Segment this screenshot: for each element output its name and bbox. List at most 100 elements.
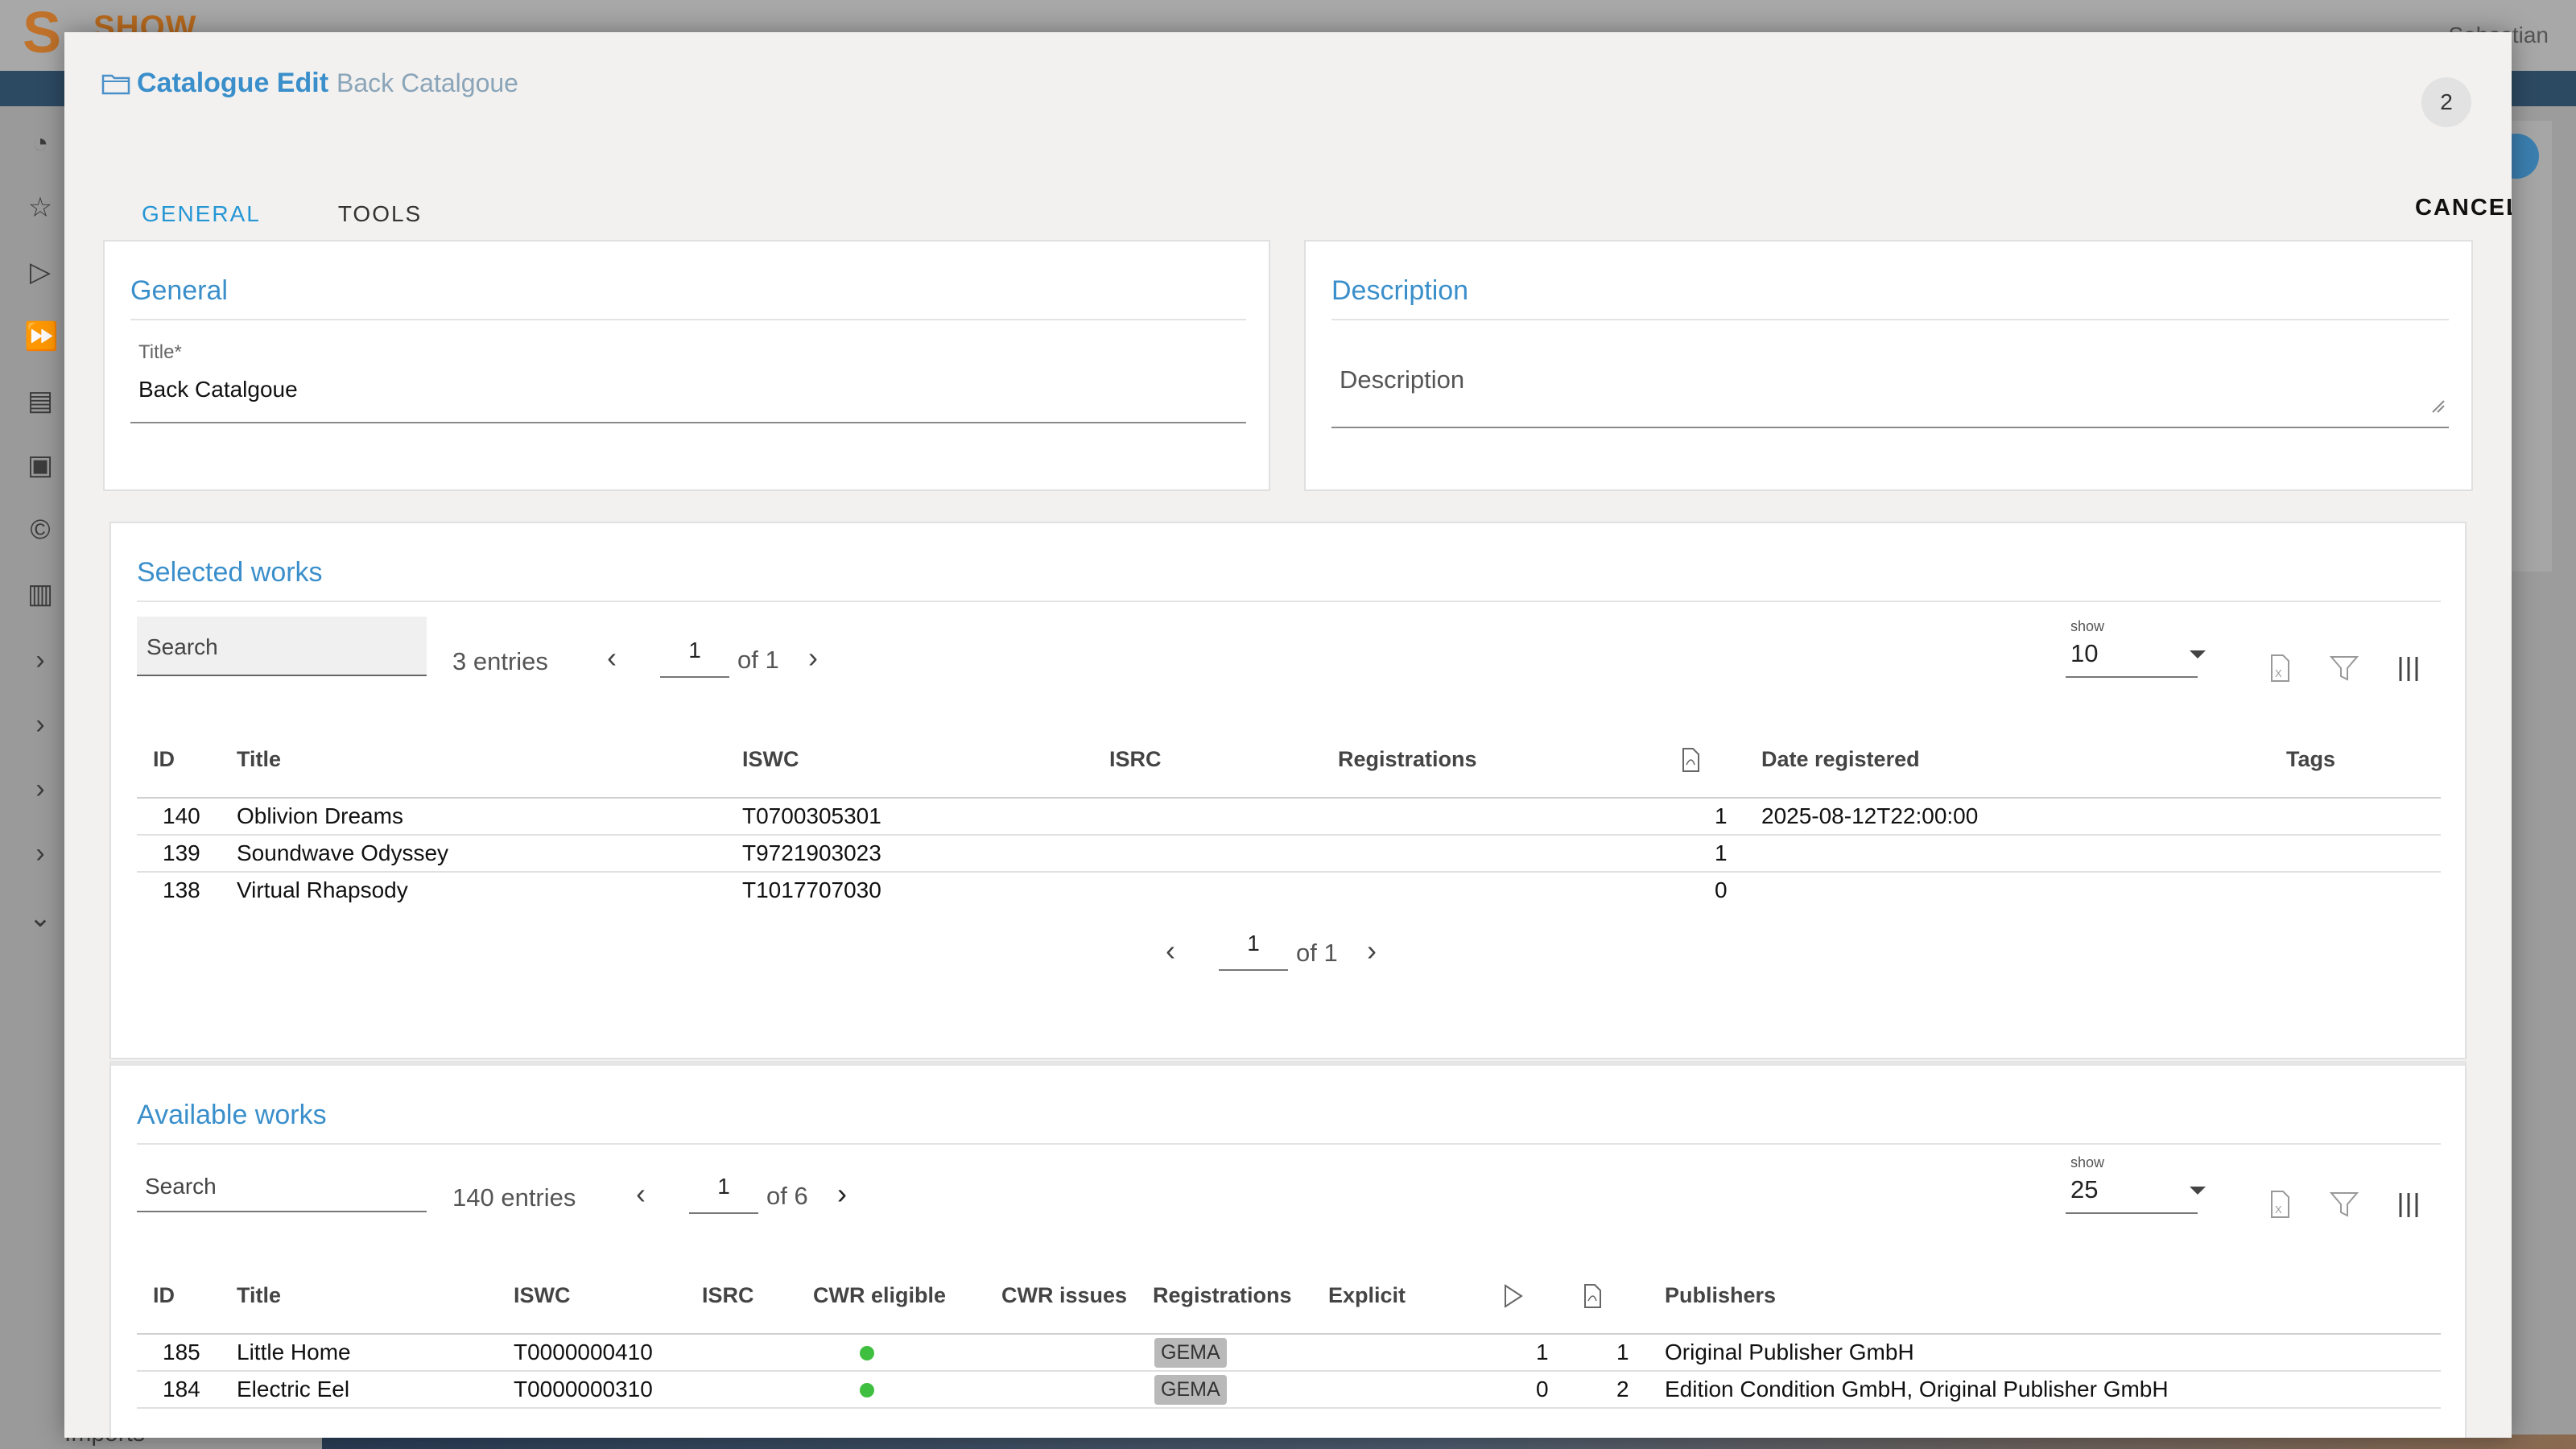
cell-iswc: T9721903023: [742, 840, 881, 865]
column-header-iswc[interactable]: ISWC: [514, 1283, 571, 1308]
dropdown-caret-icon[interactable]: [2190, 1187, 2206, 1195]
cell-title[interactable]: Little Home: [237, 1340, 351, 1365]
next-page-icon[interactable]: ›: [1357, 934, 1386, 968]
prev-page-icon[interactable]: ‹: [597, 641, 626, 675]
chevron-right-icon[interactable]: ›: [24, 837, 56, 869]
general-heading: General: [130, 275, 228, 306]
description-field[interactable]: Description: [1340, 365, 1464, 394]
title-field-label: Title*: [138, 341, 182, 363]
dialog-title: Catalogue Edit: [137, 68, 329, 98]
column-header-id[interactable]: ID: [153, 1283, 175, 1308]
select-underline: [2066, 676, 2198, 678]
filter-icon[interactable]: [2328, 1188, 2360, 1220]
cell-id: 138: [163, 877, 200, 902]
chevron-right-icon[interactable]: ›: [24, 708, 56, 741]
cell-title[interactable]: Electric Eel: [237, 1377, 349, 1402]
show-label: show: [2070, 618, 2105, 634]
column-header-isrc[interactable]: ISRC: [702, 1283, 754, 1308]
chevron-down-icon[interactable]: ⌄: [24, 902, 56, 934]
page-input[interactable]: 1: [1219, 923, 1288, 971]
page-total: of 6: [766, 1182, 808, 1210]
column-header-publishers[interactable]: Publishers: [1665, 1283, 1776, 1308]
chevron-right-icon[interactable]: ›: [24, 644, 56, 676]
next-page-icon[interactable]: ›: [828, 1177, 857, 1211]
column-header-iswc[interactable]: ISWC: [742, 747, 799, 772]
selected-works-card: Selected works Search 3 entries ‹ 1 of 1…: [109, 522, 2467, 1059]
description-heading: Description: [1331, 275, 1469, 306]
row-divider: [137, 834, 2441, 836]
play-icon[interactable]: [1502, 1283, 1525, 1309]
column-header-title[interactable]: Title: [237, 1283, 281, 1308]
cell-count: 1: [1715, 840, 1728, 865]
divider: [137, 601, 2441, 602]
resize-handle-icon[interactable]: [2431, 399, 2446, 414]
play-icon[interactable]: ▷: [24, 256, 56, 288]
dropdown-caret-icon[interactable]: [2190, 650, 2206, 658]
background-card: [2512, 121, 2552, 572]
page-total: of 1: [1296, 939, 1338, 967]
columns-icon[interactable]: [2392, 652, 2425, 684]
dialog-subtitle: Back Catalgoue: [336, 68, 518, 97]
prev-page-icon[interactable]: ‹: [1156, 934, 1185, 968]
filter-icon[interactable]: [2328, 652, 2360, 684]
column-header-title[interactable]: Title: [237, 747, 281, 772]
search-input[interactable]: Search: [137, 1162, 427, 1212]
cell-date: 2025-08-12T22:00:00: [1761, 803, 1979, 828]
column-header-date-registered[interactable]: Date registered: [1761, 747, 1920, 772]
next-page-icon[interactable]: ›: [799, 641, 828, 675]
cell-title[interactable]: Soundwave Odyssey: [237, 840, 448, 866]
available-works-card: Available works Search 140 entries ‹ 1 o…: [109, 1061, 2467, 1438]
fast-forward-icon[interactable]: ⏩: [24, 320, 58, 353]
available-works-heading: Available works: [137, 1100, 327, 1130]
pdf-icon[interactable]: ▤: [24, 385, 56, 417]
dashboard-icon[interactable]: ◔: [24, 127, 56, 159]
row-divider: [137, 1407, 2441, 1409]
title-field-underline: [130, 422, 1246, 423]
cell-iswc: T1017707030: [742, 877, 881, 902]
page-input[interactable]: 1: [660, 630, 729, 678]
page-input[interactable]: 1: [689, 1166, 758, 1214]
title-field[interactable]: Back Catalgoue: [138, 377, 298, 402]
excel-export-icon[interactable]: X: [2264, 652, 2296, 684]
column-header-registrations[interactable]: Registrations: [1153, 1283, 1292, 1308]
column-header-isrc[interactable]: ISRC: [1109, 747, 1162, 772]
row-divider: [137, 871, 2441, 873]
divider: [137, 1143, 2441, 1145]
cell-docs: 2: [1616, 1377, 1629, 1402]
column-header-cwr-issues[interactable]: CWR issues: [1001, 1283, 1127, 1308]
cell-publishers: Original Publisher GmbH: [1665, 1340, 1914, 1364]
cell-title[interactable]: Oblivion Dreams: [237, 803, 403, 829]
notification-badge[interactable]: 2: [2421, 77, 2471, 127]
cell-title[interactable]: Virtual Rhapsody: [237, 877, 408, 903]
document-icon[interactable]: ▥: [24, 578, 56, 610]
column-header-cwr-eligible[interactable]: CWR eligible: [813, 1283, 946, 1308]
star-icon[interactable]: ☆: [24, 192, 56, 224]
contact-icon[interactable]: ▣: [24, 449, 56, 481]
page-size-select[interactable]: 10: [2070, 639, 2098, 668]
page-size-select[interactable]: 25: [2070, 1175, 2098, 1204]
column-header-explicit[interactable]: Explicit: [1328, 1283, 1406, 1308]
cell-count: 1: [1715, 803, 1728, 828]
cell-iswc: T0000000310: [514, 1377, 653, 1402]
column-header-tags[interactable]: Tags: [2286, 747, 2335, 772]
pdf-icon[interactable]: [1583, 1283, 1604, 1309]
cancel-button[interactable]: CANCEL: [2415, 195, 2512, 221]
cwr-eligible-indicator: [860, 1346, 874, 1360]
chevron-right-icon[interactable]: ›: [24, 773, 56, 805]
cell-id: 139: [163, 840, 200, 865]
columns-icon[interactable]: [2392, 1188, 2425, 1220]
excel-export-icon[interactable]: X: [2264, 1188, 2296, 1220]
divider: [1331, 319, 2449, 320]
column-header-registrations[interactable]: Registrations: [1338, 747, 1477, 772]
pdf-icon[interactable]: [1681, 747, 1702, 773]
cell-id: 184: [163, 1377, 200, 1402]
search-input[interactable]: Search: [137, 617, 427, 676]
registration-badge: GEMA: [1154, 1338, 1227, 1368]
cwr-eligible-indicator: [860, 1383, 874, 1397]
show-label: show: [2070, 1154, 2105, 1170]
cell-count: 0: [1715, 877, 1728, 902]
copyright-icon[interactable]: ©: [24, 514, 56, 546]
cell-id: 185: [163, 1340, 200, 1364]
prev-page-icon[interactable]: ‹: [626, 1177, 655, 1211]
column-header-id[interactable]: ID: [153, 747, 175, 772]
